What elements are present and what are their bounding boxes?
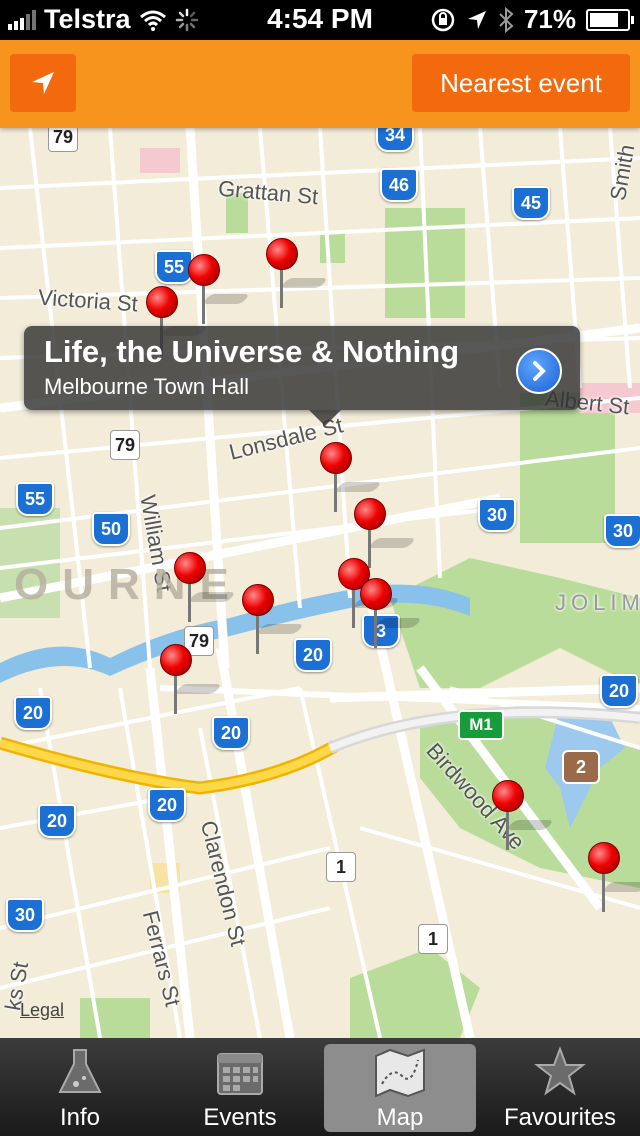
event-pin[interactable] <box>492 780 555 852</box>
route-shield: 20 <box>14 696 52 730</box>
route-shield-alt: 2 <box>562 750 600 784</box>
route-shield: 1 <box>326 852 356 882</box>
route-shield: 46 <box>380 168 418 202</box>
legal-link[interactable]: Legal <box>20 1000 64 1021</box>
route-shield: 20 <box>38 804 76 838</box>
tab-label: Events <box>203 1104 277 1131</box>
disclosure-chevron-icon <box>533 361 546 381</box>
tab-events[interactable]: Events <box>160 1038 320 1136</box>
event-pin[interactable] <box>320 442 383 514</box>
route-shield: 20 <box>212 716 250 750</box>
event-pin[interactable] <box>188 254 251 326</box>
tab-bar: Info Events Map Favourites <box>0 1038 640 1136</box>
route-shield-freeway: M1 <box>458 710 504 740</box>
event-callout[interactable]: Life, the Universe & Nothing Melbourne T… <box>24 326 580 426</box>
map-icon <box>375 1048 425 1098</box>
route-shield: 30 <box>478 498 516 532</box>
callout-title: Life, the Universe & Nothing <box>44 334 460 369</box>
location-services-icon <box>467 10 486 29</box>
disclosure-button[interactable] <box>516 348 562 394</box>
route-shield: 55 <box>16 482 54 516</box>
tab-label: Map <box>376 1104 424 1131</box>
route-shield: 30 <box>6 898 44 932</box>
route-shield: 1 <box>418 924 448 954</box>
route-shield: 20 <box>294 638 332 672</box>
battery-percent: 71% <box>523 4 576 34</box>
calendar-icon <box>217 1053 263 1095</box>
flask-icon <box>58 1049 102 1093</box>
rotation-lock-icon <box>431 8 455 31</box>
tab-label: Info <box>59 1104 101 1131</box>
location-arrow-icon <box>32 72 54 94</box>
locate-me-button[interactable] <box>10 54 76 112</box>
tab-map[interactable]: Map <box>320 1038 480 1136</box>
tab-info[interactable]: Info <box>0 1038 160 1136</box>
route-shield: 50 <box>92 512 130 546</box>
bluetooth-icon <box>499 6 514 33</box>
event-pin[interactable] <box>588 842 640 914</box>
callout-subtitle: Melbourne Town Hall <box>44 374 250 399</box>
tab-label: Favourites <box>503 1104 617 1131</box>
area-label-jolimont: JOLIM <box>555 590 640 615</box>
activity-spinner-icon <box>175 8 198 31</box>
nearest-event-button[interactable]: Nearest event <box>412 54 630 112</box>
route-shield: 79 <box>110 430 140 460</box>
route-shield: 34 <box>376 128 414 152</box>
wifi-icon <box>139 10 166 31</box>
event-pin[interactable] <box>160 644 223 716</box>
event-pin[interactable] <box>242 584 305 656</box>
signal-strength-icon <box>8 9 36 30</box>
tab-favourites[interactable]: Favourites <box>480 1038 640 1136</box>
route-shield: 20 <box>148 788 186 822</box>
status-bar: Telstra 4:54 PM 71% <box>0 0 640 40</box>
event-map[interactable]: Grattan St Victoria St Lonsdale St Willi… <box>0 128 640 1038</box>
route-shield: 30 <box>604 514 640 548</box>
route-shield: 79 <box>48 128 78 152</box>
route-shield: 20 <box>600 674 638 708</box>
event-pin[interactable] <box>174 552 237 624</box>
battery-icon <box>586 8 634 31</box>
carrier-name: Telstra <box>44 4 131 34</box>
map-toolbar: Nearest event <box>0 40 640 128</box>
route-shield: 45 <box>512 186 550 220</box>
star-icon <box>534 1046 586 1096</box>
event-pin[interactable] <box>360 578 423 650</box>
event-pin[interactable] <box>266 238 329 310</box>
area-label-melbourne: OURNE <box>14 560 243 609</box>
